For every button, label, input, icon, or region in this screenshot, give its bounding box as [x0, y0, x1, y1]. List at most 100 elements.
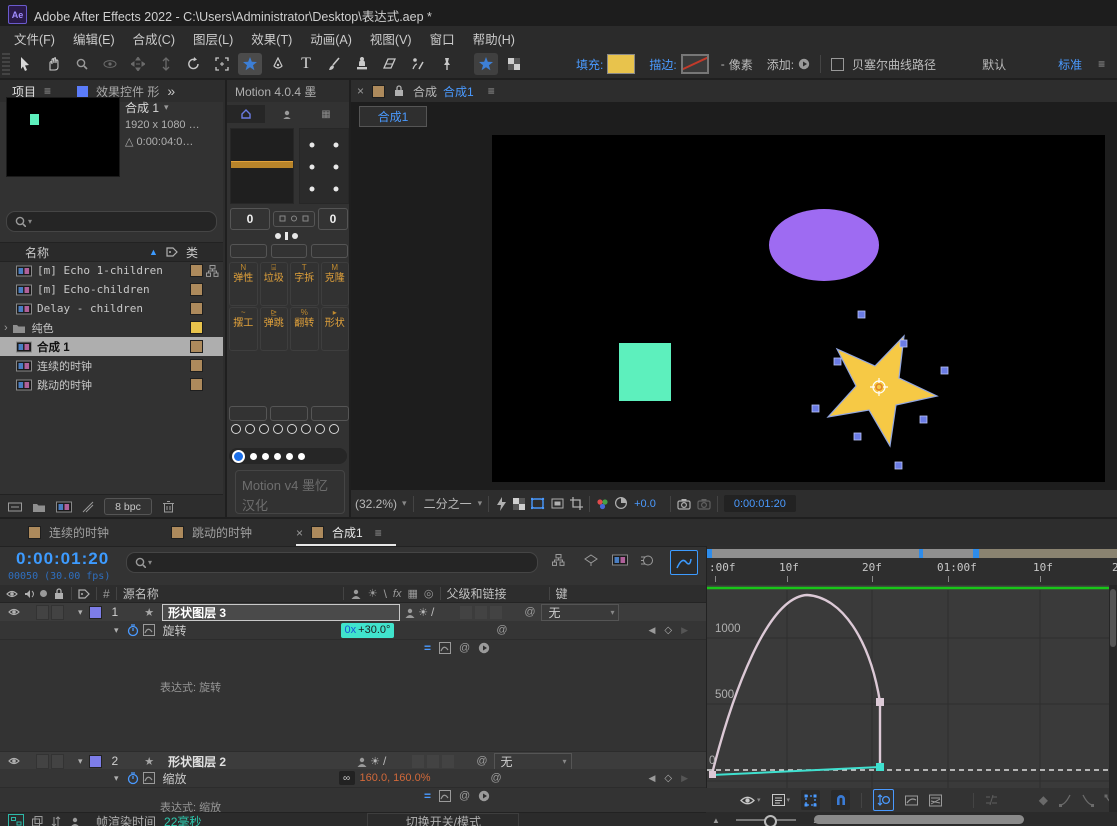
- graph-editor[interactable]: 1000 500 0: [706, 585, 1110, 788]
- next-keyframe-icon[interactable]: ▶: [681, 625, 688, 636]
- menu-composition[interactable]: 合成(C): [133, 29, 175, 48]
- curve-keyframe[interactable]: [876, 698, 884, 706]
- motion-user-tab[interactable]: [267, 105, 305, 123]
- add-label[interactable]: 添加:: [767, 56, 794, 73]
- index-column[interactable]: #: [103, 587, 110, 601]
- frame-blend-icon[interactable]: [612, 554, 628, 567]
- menu-effect[interactable]: 效果(T): [251, 29, 292, 48]
- source-name-column[interactable]: 源名称: [123, 585, 159, 602]
- item-label-swatch[interactable]: [190, 302, 203, 315]
- easy-ease-icon[interactable]: [1059, 794, 1071, 807]
- menu-help[interactable]: 帮助(H): [473, 29, 515, 48]
- project-item-selected[interactable]: 合成 1: [0, 337, 223, 356]
- layer-quality-icon[interactable]: ☀: [370, 755, 380, 768]
- dimensions-link-icon[interactable]: ∞: [339, 771, 355, 785]
- user-icon[interactable]: [69, 816, 80, 826]
- scrollbar-thumb[interactable]: [1110, 589, 1116, 647]
- stopwatch-icon[interactable]: [127, 624, 139, 637]
- motion-button-elastic[interactable]: N弹性: [229, 262, 258, 306]
- menu-animation[interactable]: 动画(A): [310, 29, 352, 48]
- property-graph-icon[interactable]: [143, 772, 155, 784]
- new-folder-icon[interactable]: [32, 501, 46, 513]
- snap-magnet-icon[interactable]: [831, 790, 850, 810]
- fx-column-icon[interactable]: fx: [393, 588, 402, 600]
- composition-flow-icon[interactable]: [8, 814, 24, 826]
- timeline-tab-close-icon[interactable]: ×: [296, 526, 303, 540]
- motion-playhead-row[interactable]: [229, 448, 347, 464]
- layer-expand-icon[interactable]: ▾: [78, 756, 83, 767]
- blur-column-icon[interactable]: ▦: [407, 587, 417, 600]
- menu-view[interactable]: 视图(V): [370, 29, 412, 48]
- expand-arrow-icon[interactable]: ›: [4, 322, 8, 334]
- layer-switch-box[interactable]: [460, 606, 472, 619]
- next-keyframe-icon[interactable]: ▶: [681, 773, 688, 784]
- timeline-vertical-scrollbar[interactable]: [1109, 585, 1117, 812]
- curve-keyframe[interactable]: [709, 771, 716, 778]
- scale-property-row[interactable]: ▾ 缩放 ∞ 160.0, 160.0% @ ◀ ◇ ▶: [0, 769, 706, 788]
- shape-tool-active[interactable]: [238, 53, 262, 75]
- motion-anchor-grid[interactable]: [299, 128, 349, 204]
- label-column-icon[interactable]: [78, 588, 90, 600]
- item-label-swatch[interactable]: [190, 321, 203, 334]
- comp-mini-flowchart-icon[interactable]: [552, 554, 566, 567]
- item-label-swatch[interactable]: [190, 340, 203, 353]
- menu-window[interactable]: 窗口: [430, 29, 455, 48]
- add-keyframe-icon[interactable]: ◇: [664, 773, 672, 784]
- dolly-camera-tool[interactable]: [154, 53, 178, 75]
- item-label-swatch[interactable]: [190, 378, 203, 391]
- expression-language-icon[interactable]: [478, 790, 490, 802]
- motion-home-tab[interactable]: [227, 105, 265, 123]
- viewer-comp-button[interactable]: 合成1: [359, 106, 427, 127]
- prev-keyframe-icon[interactable]: ◀: [648, 625, 655, 636]
- green-square-shape[interactable]: [619, 343, 671, 401]
- horizontal-scrollbar[interactable]: [814, 815, 1024, 824]
- layer-quality-icon[interactable]: ☀: [418, 606, 428, 619]
- hand-tool[interactable]: [42, 53, 66, 75]
- work-area-bar[interactable]: [707, 549, 977, 558]
- layer-switch-box[interactable]: [442, 755, 454, 768]
- add-menu-icon[interactable]: [798, 58, 810, 70]
- shape-preview-star-icon[interactable]: [474, 53, 498, 75]
- new-comp-icon[interactable]: [56, 501, 72, 513]
- layer-switch-box[interactable]: [427, 755, 439, 768]
- type-tool[interactable]: T: [294, 53, 318, 75]
- shy-column-icon[interactable]: [350, 588, 362, 600]
- yellow-star-shape[interactable]: [828, 336, 937, 446]
- item-label-swatch[interactable]: [190, 264, 203, 277]
- mask-visibility-icon[interactable]: [531, 497, 545, 510]
- expression-graph-icon[interactable]: [439, 790, 451, 802]
- motion-button-shape[interactable]: ▸形状: [321, 307, 350, 351]
- orbit-camera-tool[interactable]: [98, 53, 122, 75]
- layer-switch-slash-icon[interactable]: /: [383, 754, 386, 768]
- prev-keyframe-icon[interactable]: ◀: [648, 773, 655, 784]
- preview-comp-flyout-icon[interactable]: ▾: [164, 102, 169, 113]
- toggle-switches-modes-button[interactable]: 切换开关/模式: [367, 813, 519, 826]
- parent-pickwhip-icon[interactable]: @: [524, 606, 535, 618]
- menu-edit[interactable]: 编辑(E): [73, 29, 115, 48]
- rotation-property-row[interactable]: ▾ 旋转 0x +30.0° @ ◀ ◇ ▶: [0, 621, 706, 640]
- layer-switch-box[interactable]: [51, 605, 64, 620]
- key-column[interactable]: 键: [556, 585, 568, 602]
- parent-pickwhip-icon[interactable]: @: [476, 755, 487, 767]
- fill-color-swatch[interactable]: [607, 54, 635, 74]
- audio-column-icon[interactable]: [24, 589, 34, 599]
- project-item[interactable]: [m] Echo 1-children: [0, 261, 223, 280]
- project-item-folder[interactable]: › 纯色: [0, 318, 223, 337]
- draft-3d-icon[interactable]: [584, 554, 598, 567]
- bpc-button[interactable]: 8 bpc: [104, 498, 152, 515]
- property-pickwhip-icon[interactable]: @: [491, 772, 502, 784]
- menu-file[interactable]: 文件(F): [14, 29, 55, 48]
- motion-blur-icon[interactable]: [640, 554, 654, 567]
- show-snapshot-icon[interactable]: [697, 498, 711, 510]
- item-label-swatch[interactable]: [190, 283, 203, 296]
- rotation-property-label[interactable]: 旋转: [163, 622, 187, 639]
- comp-panel-menu-icon[interactable]: ≡: [488, 84, 495, 98]
- transparency-grid-icon[interactable]: [513, 498, 525, 510]
- channel-icon[interactable]: [596, 498, 609, 510]
- motion-value-field-2[interactable]: 0: [318, 208, 348, 230]
- motion-button-bounce[interactable]: ⊵弹跳: [260, 307, 289, 351]
- comp-tab-label[interactable]: 合成: [413, 83, 437, 100]
- region-of-interest-icon[interactable]: [551, 497, 564, 510]
- column-type[interactable]: 类: [186, 244, 198, 261]
- bezier-path-label[interactable]: 贝塞尔曲线路径: [852, 56, 936, 73]
